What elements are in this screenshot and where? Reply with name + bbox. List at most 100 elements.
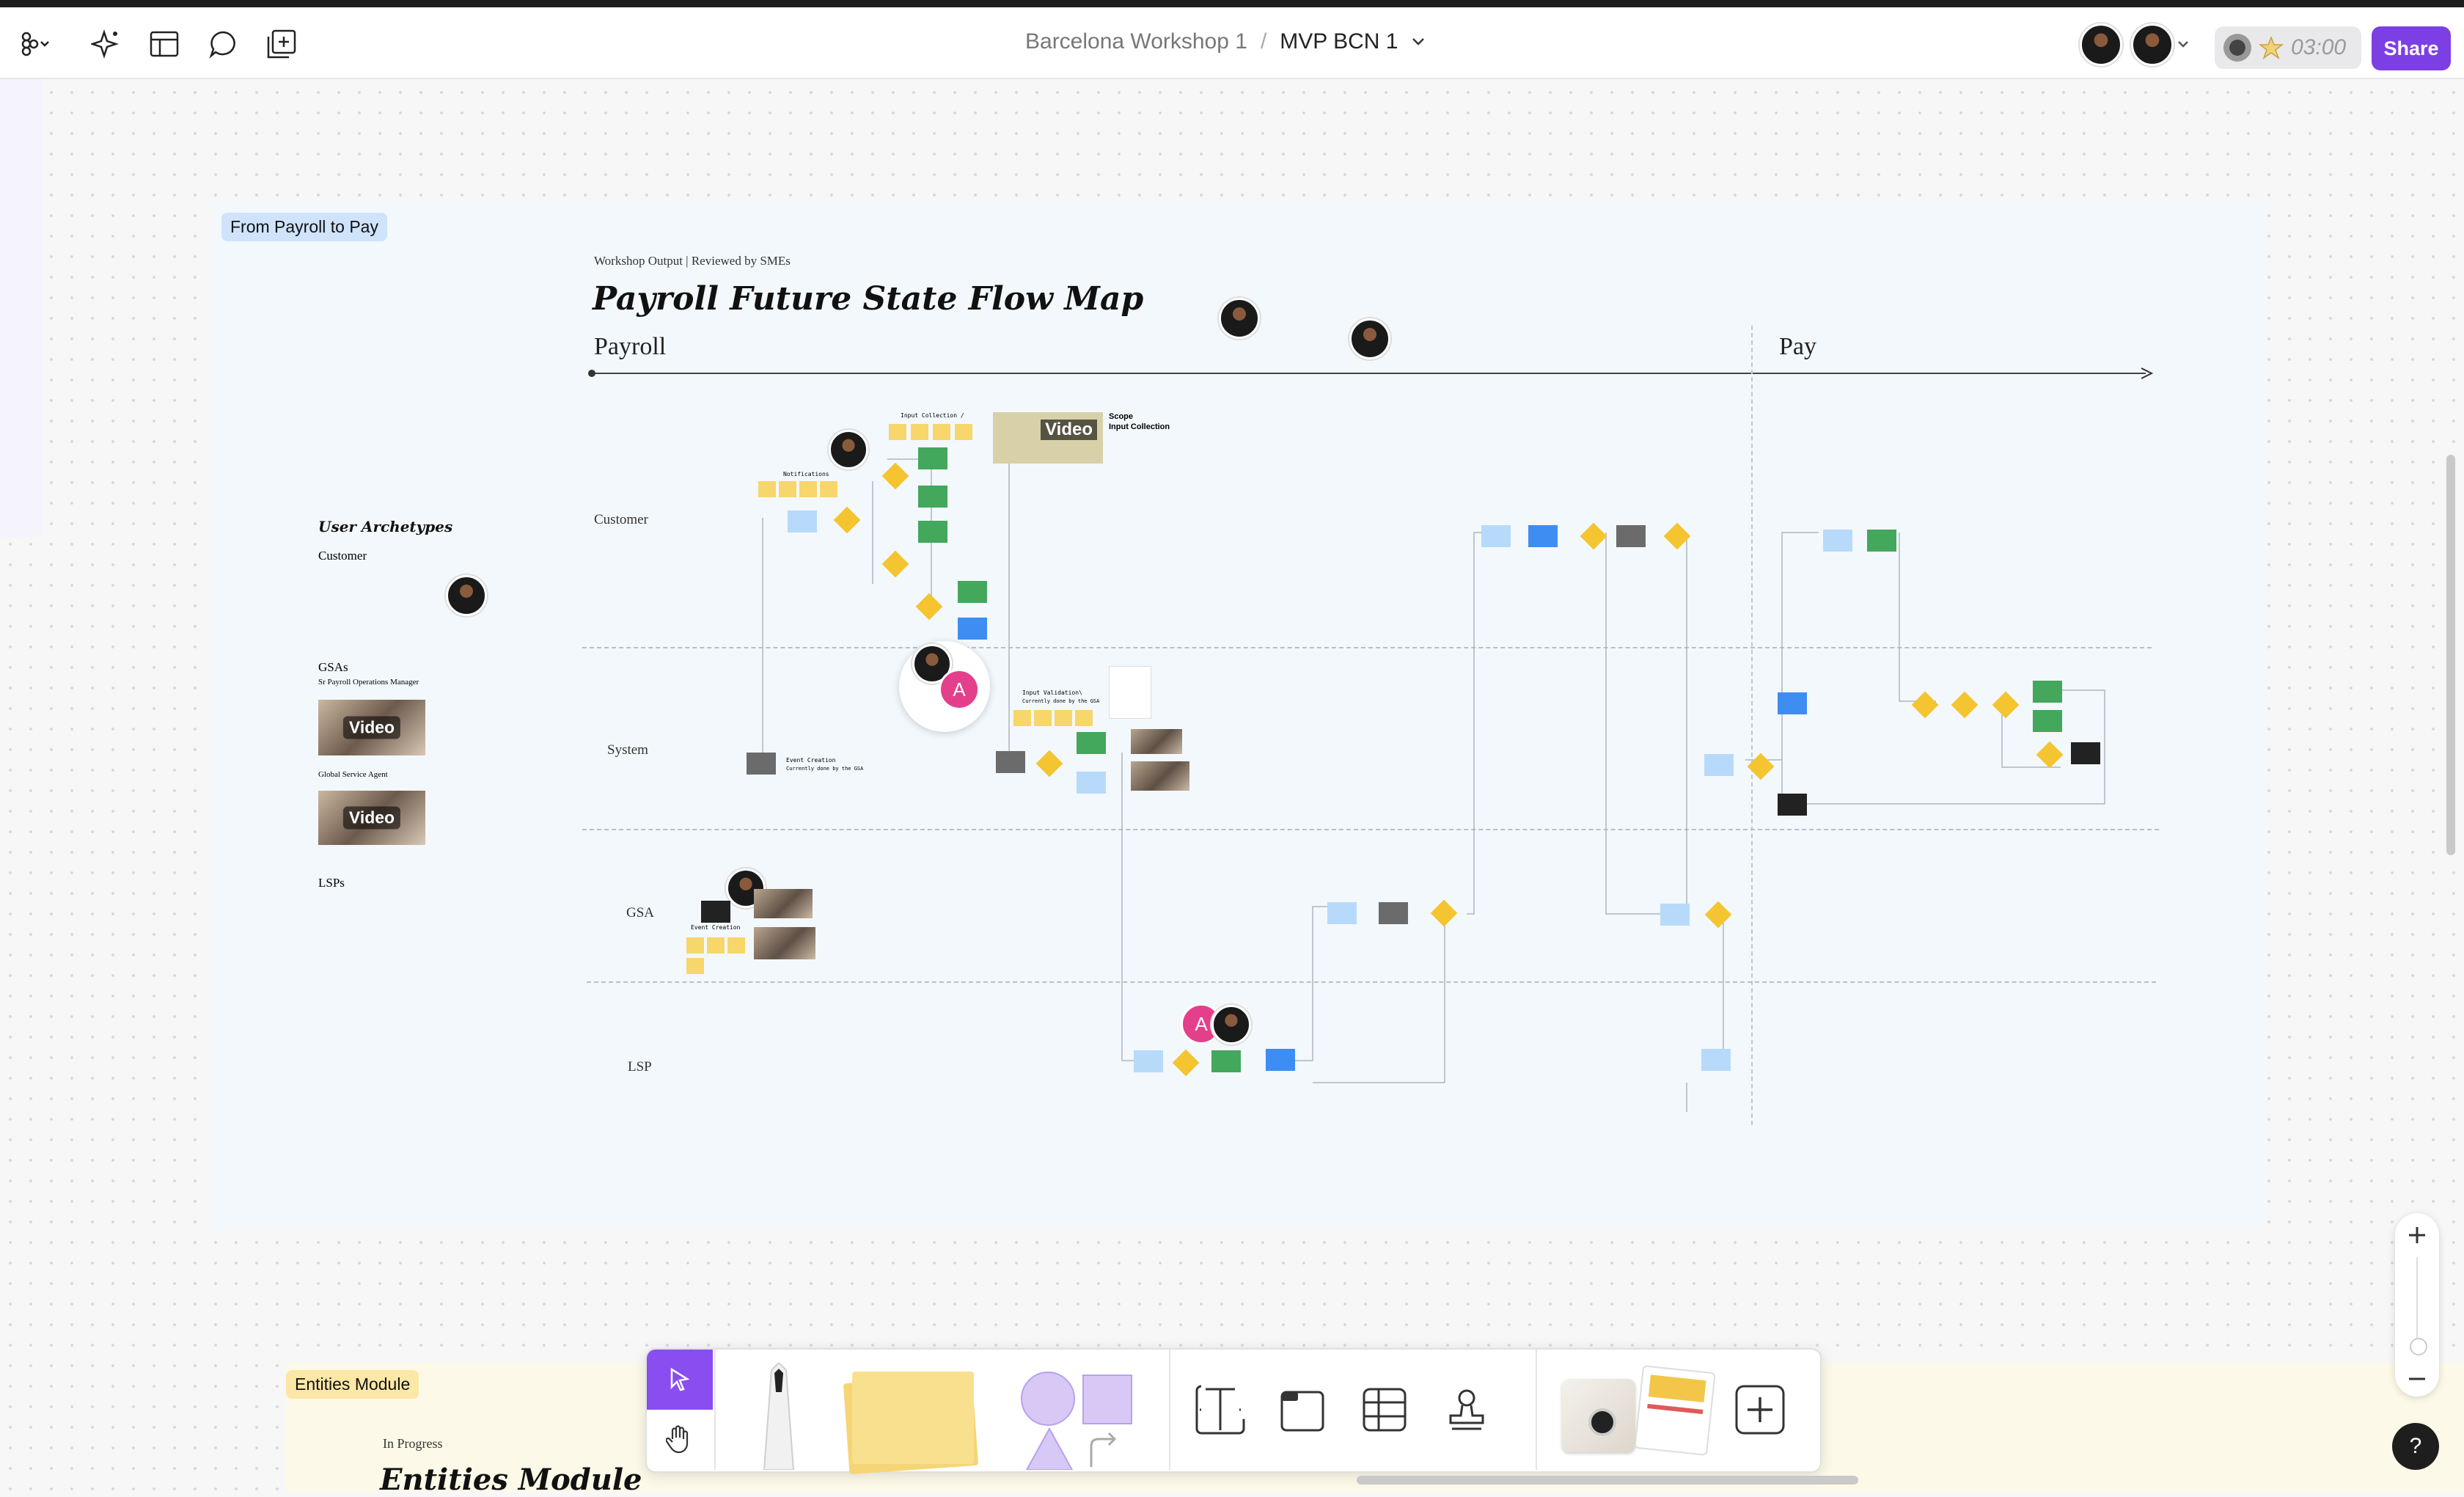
- select-tool[interactable]: [647, 1350, 713, 1410]
- stamp-tool[interactable]: [1436, 1379, 1497, 1441]
- timer-widget[interactable]: 03:00: [2215, 26, 2361, 69]
- sticky-note[interactable]: [889, 424, 906, 440]
- sticky-note[interactable]: [727, 937, 745, 954]
- sticky-note[interactable]: [1075, 710, 1093, 726]
- add-page-button[interactable]: [264, 26, 299, 62]
- sticky-note[interactable]: [933, 424, 950, 440]
- system-step[interactable]: [1266, 1049, 1295, 1071]
- note-input-collection: Input Collection /: [901, 412, 964, 419]
- main-menu-button[interactable]: [18, 26, 53, 62]
- sticky-note[interactable]: [1034, 710, 1052, 726]
- template-line: [1647, 1404, 1704, 1414]
- sticky-note[interactable]: [707, 937, 725, 954]
- system-step[interactable]: [1379, 902, 1408, 924]
- creation-toolbar: [645, 1348, 1822, 1474]
- system-card[interactable]: [788, 510, 817, 532]
- horizontal-scrollbar[interactable]: [1357, 1476, 1858, 1485]
- comments-button[interactable]: [205, 26, 241, 62]
- process-step[interactable]: [918, 521, 947, 543]
- square-shape-tool[interactable]: [1082, 1375, 1132, 1424]
- vertical-scrollbar[interactable]: [2446, 455, 2455, 855]
- system-step[interactable]: [2071, 742, 2100, 764]
- sticky-note[interactable]: [1055, 710, 1072, 726]
- collaborator-avatar[interactable]: [2080, 23, 2122, 66]
- sparkle-icon: [91, 29, 119, 59]
- section-from-payroll-to-pay[interactable]: From Payroll to Pay Workshop Output | Re…: [213, 202, 2266, 1229]
- hand-tool[interactable]: [647, 1410, 713, 1470]
- sticky-note[interactable]: [686, 958, 704, 974]
- share-button[interactable]: Share: [2372, 26, 2451, 70]
- connector-arrow-icon[interactable]: [1087, 1430, 1119, 1467]
- triangle-shape-tool[interactable]: [1024, 1426, 1075, 1470]
- system-card[interactable]: [1481, 525, 1511, 547]
- circle-shape-tool[interactable]: [1021, 1372, 1075, 1426]
- sticky-note[interactable]: [1013, 710, 1031, 726]
- ai-sparkle-button[interactable]: [88, 26, 123, 62]
- system-step[interactable]: [1616, 525, 1646, 547]
- sticky-note[interactable]: [758, 481, 776, 497]
- sticky-note[interactable]: [911, 424, 928, 440]
- photo-thumbnail[interactable]: [1131, 729, 1182, 754]
- layout-icon: [150, 31, 179, 57]
- more-tools-button[interactable]: [1729, 1379, 1791, 1441]
- file-name[interactable]: MVP BCN 1: [1280, 29, 1398, 54]
- section-label[interactable]: Entities Module: [286, 1370, 419, 1399]
- system-step[interactable]: [1778, 794, 1807, 816]
- layout-button[interactable]: [147, 26, 182, 62]
- event-step[interactable]: [701, 901, 730, 923]
- collaborator-avatar[interactable]: [2131, 23, 2174, 66]
- help-button[interactable]: ?: [2392, 1423, 2439, 1470]
- template-widget[interactable]: [1634, 1365, 1716, 1456]
- photo-thumbnail[interactable]: [754, 889, 813, 918]
- sticky-note[interactable]: [955, 424, 972, 440]
- timer-avatar: [2223, 34, 2251, 62]
- video-thumbnail[interactable]: Video: [993, 412, 1103, 464]
- process-step[interactable]: [1867, 530, 1896, 552]
- section-icon: [1280, 1391, 1324, 1432]
- sticky-note[interactable]: [686, 937, 704, 954]
- text-tool[interactable]: [1189, 1379, 1251, 1441]
- zoom-slider-handle[interactable]: [2410, 1338, 2427, 1355]
- process-step[interactable]: [918, 447, 947, 469]
- process-step[interactable]: [1211, 1050, 1241, 1072]
- stamp-icon: [1449, 1389, 1484, 1430]
- system-step[interactable]: [958, 618, 987, 640]
- system-card[interactable]: [1077, 772, 1106, 794]
- collaborators-chevron-icon[interactable]: [2177, 40, 2190, 48]
- cursor-arrow-icon: [670, 1367, 690, 1391]
- process-step[interactable]: [918, 486, 947, 508]
- table-tool[interactable]: [1354, 1379, 1415, 1441]
- template-header: [1648, 1375, 1706, 1403]
- system-card[interactable]: [1327, 902, 1357, 924]
- process-step[interactable]: [958, 581, 987, 603]
- photo-thumbnail[interactable]: [754, 927, 815, 959]
- process-step[interactable]: [2033, 710, 2062, 732]
- system-step[interactable]: [996, 751, 1025, 773]
- process-step[interactable]: [1077, 732, 1106, 754]
- system-card[interactable]: [1701, 1049, 1731, 1071]
- zoom-out-icon[interactable]: [2407, 1369, 2427, 1389]
- sticky-note[interactable]: [799, 481, 817, 497]
- document-card[interactable]: [1109, 666, 1151, 719]
- project-name[interactable]: Barcelona Workshop 1: [1025, 29, 1247, 54]
- top-bar: Barcelona Workshop 1 / MVP BCN 1 03:00 S…: [0, 7, 2464, 79]
- sticky-note[interactable]: [820, 481, 837, 497]
- system-card[interactable]: [1134, 1050, 1163, 1072]
- system-card[interactable]: [1823, 530, 1852, 552]
- sticky-note[interactable]: [779, 481, 796, 497]
- pen-tool[interactable]: [749, 1363, 808, 1470]
- chevron-down-icon[interactable]: [1411, 37, 1426, 47]
- photo-thumbnail[interactable]: [1131, 761, 1189, 791]
- system-step[interactable]: [1528, 525, 1558, 547]
- breadcrumb: Barcelona Workshop 1 / MVP BCN 1: [1025, 29, 1426, 54]
- section-tool[interactable]: [1272, 1379, 1333, 1441]
- system-card[interactable]: [1704, 754, 1734, 776]
- note-scope-sub: Input Collection: [1109, 422, 1170, 431]
- process-step[interactable]: [2033, 681, 2062, 703]
- jambot-widget[interactable]: [1562, 1379, 1635, 1452]
- system-card[interactable]: [1660, 904, 1690, 926]
- progress-strip: [0, 0, 2464, 7]
- system-step[interactable]: [1778, 692, 1807, 714]
- zoom-in-icon[interactable]: [2407, 1225, 2427, 1245]
- event-step[interactable]: [747, 753, 776, 775]
